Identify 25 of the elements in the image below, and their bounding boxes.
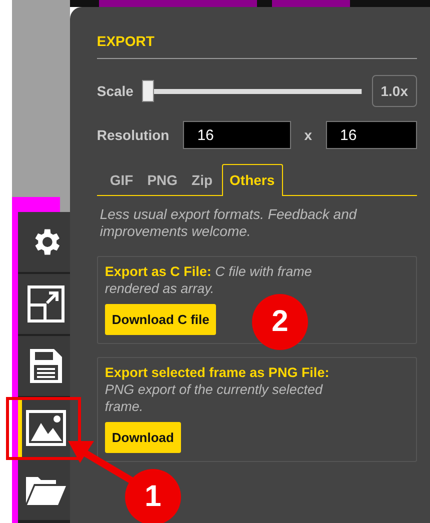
sidebar-button[interactable] [18, 398, 70, 458]
tab[interactable]: Others [222, 164, 283, 196]
height-field[interactable]: 16 [326, 121, 417, 149]
scale-label: Scale [96, 83, 134, 99]
card-text: Export selected frame as PNG File: PNG export of the currently selected frame. [104, 364, 330, 415]
width-field[interactable]: 16 [183, 121, 292, 149]
slider-thumb[interactable] [142, 80, 154, 102]
resize-icon [26, 285, 65, 323]
scale-value: 1.0x [372, 75, 417, 107]
sidebar-button[interactable] [18, 212, 70, 272]
sidebar-button[interactable] [18, 274, 70, 334]
sidebar-button[interactable] [18, 336, 70, 396]
description-text: Less usual export formats. Feedback and improvements welcome. [100, 206, 358, 240]
download-button[interactable]: Download [104, 422, 181, 453]
card-text: Export as C File: C file with frame rendered as array. [104, 263, 313, 297]
tab[interactable]: Zip [186, 164, 218, 195]
resolution-label: Resolution [96, 127, 170, 143]
image-icon [26, 410, 66, 446]
folder-icon [26, 475, 66, 505]
separator-label: x [304, 127, 312, 143]
panel-title: EXPORT [96, 33, 417, 59]
tab[interactable]: PNG [142, 164, 183, 195]
download-button[interactable]: Download C file [104, 304, 216, 335]
tab[interactable]: GIF [104, 164, 138, 195]
sidebar-button[interactable] [18, 460, 70, 520]
